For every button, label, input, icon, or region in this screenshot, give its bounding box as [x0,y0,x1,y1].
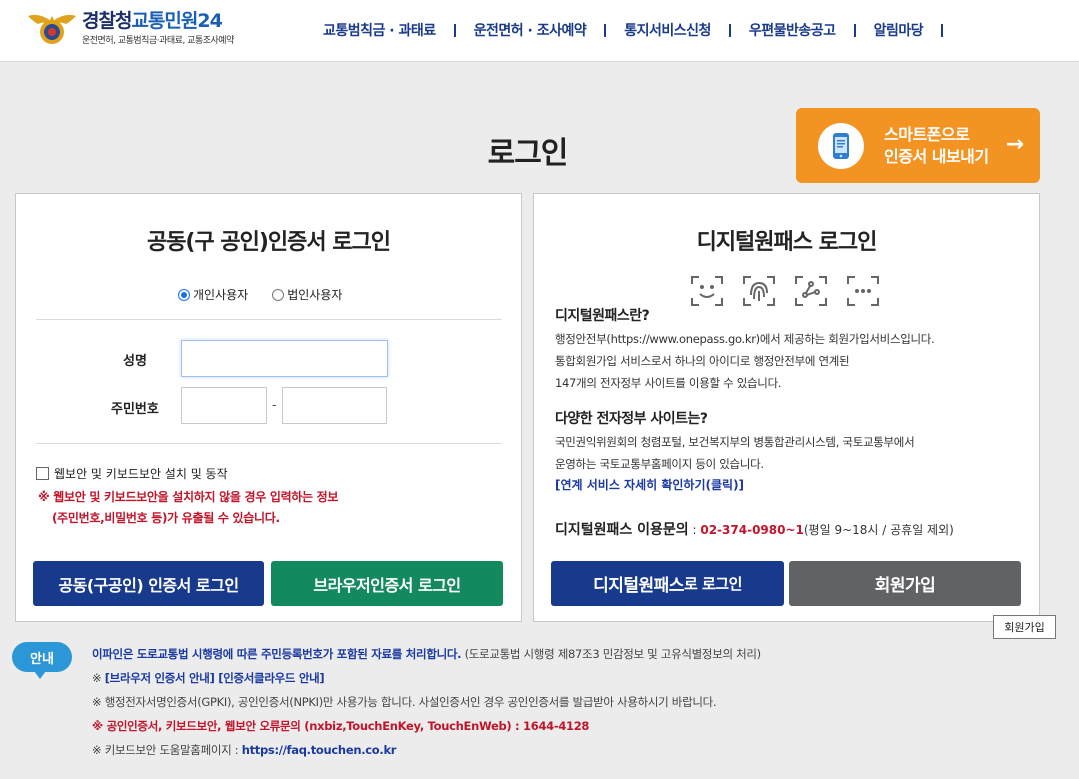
radio-corporate-user[interactable]: 법인사용자 [272,286,342,303]
logo-text-police: 경찰청 [82,10,132,32]
notice-guides-prefix: ※ [92,671,105,685]
contact-label: 디지털원패스 이용문의 [555,522,689,538]
onepass-contact: 디지털원패스 이용문의 : 02-374-0980~1(평일 9~18시 / 공… [555,519,954,539]
divider [36,443,502,444]
arrow-right-icon: → [1005,132,1024,157]
signup-button[interactable]: 회원가입 [789,561,1021,606]
nav-item-license[interactable]: 운전면허 · 조사예약 [456,20,605,40]
police-emblem-icon [26,8,78,48]
keyboard-help-link[interactable]: https://faq.touchen.co.kr [242,743,397,757]
linked-services-link[interactable]: [연계 서비스 자세히 확인하기(클릭)] [555,476,744,493]
fingerprint-icon [743,276,775,306]
onepass-login-brand: 디지털원패스 [593,576,684,596]
contact-colon: : [688,523,701,537]
pattern-icon [795,276,827,306]
radio-checked-icon [178,288,190,301]
security-warning-line2: (주민번호,비밀번호 등)가 유출될 수 있습니다. [52,511,280,525]
logo-text-service: 교통민원24 [131,10,222,32]
onepass-login-button[interactable]: 디지털원패스 로 로그인 [551,561,784,606]
logo-subtitle: 운전면허, 교통범칙금·과태료, 교통조사예약 [82,36,234,46]
onepass-login-suffix: 로 로그인 [683,575,742,593]
site-logo[interactable]: 경찰청교통민원24 운전면허, 교통범칙금·과태료, 교통조사예약 [26,8,234,48]
cert-login-title: 공동(구 공인)인증서 로그인 [146,230,391,255]
security-install-label: 웹보안 및 키보드보안 설치 및 동작 [54,467,228,481]
rrn-label: 주민번호 [111,402,159,417]
nav-item-returned-mail[interactable]: 우편물반송공고 [731,20,854,40]
notice-line-guides: ※ [브라우저 인증서 안내] [인증서클라우드 안내] [92,670,325,686]
user-type-radio-group: 개인사용자 법인사용자 [178,286,366,303]
security-warning: ※ 웹보안 및 키보드보안을 설치하지 않을 경우 입력하는 정보 (주민번호,… [38,487,338,529]
signup-tooltip: 회원가입 [993,615,1056,639]
rrn-front-input[interactable] [181,387,267,424]
browser-cert-login-button[interactable]: 브라우저인증서 로그인 [271,561,503,606]
divider [36,319,502,320]
egov-sites-text: 국민권익위원회의 청렴포털, 보건복지부의 병통합관리시스템, 국토교통부에서 … [555,431,915,475]
onepass-login-title: 디지털원패스 로그인 [696,230,878,255]
nav-item-notice-board[interactable]: 알림마당 [856,20,942,40]
contact-hours: (평일 9~18시 / 공휴일 제외) [803,523,954,537]
radio-unchecked-icon [272,288,285,301]
notice-line-keyboard-help: ※ 키보드보안 도움말홈페이지 : https://faq.touchen.co… [92,742,396,758]
egov-sites-line1: 국민권익위원회의 청렴포털, 보건복지부의 병통합관리시스템, 국토교통부에서 [555,435,915,449]
keyboard-help-prefix: ※ 키보드보안 도움말홈페이지 : [92,743,242,757]
radio-corporate-label: 법인사용자 [287,288,343,302]
onepass-what-text: 행정안전부(https://www.onepass.go.kr)에서 제공하는 … [555,328,935,394]
rrn-dash: - [272,398,277,413]
site-header: 경찰청교통민원24 운전면허, 교통범칙금·과태료, 교통조사예약 교통범칙금 … [0,0,1079,62]
main-nav: 교통범칙금 · 과태료 운전면허 · 조사예약 통지서비스신청 우편물반송공고 … [305,20,944,40]
smartphone-cert-export-button[interactable]: 스마트폰으로 인증서 내보내기 → [796,108,1040,183]
cert-login-panel: 공동(구 공인)인증서 로그인 개인사용자 법인사용자 성명 주민번호 - 웹보… [15,193,522,622]
onepass-what-line1: 행정안전부(https://www.onepass.go.kr)에서 제공하는 … [555,332,935,346]
radio-personal-user[interactable]: 개인사용자 [178,286,248,303]
face-recognition-icon [691,276,723,306]
onepass-what-line3: 147개의 전자정부 사이트를 이용할 수 있습니다. [555,376,782,390]
smartphone-icon [818,122,864,169]
contact-phone: 02-374-0980~1 [700,523,804,537]
security-install-checkbox[interactable] [36,467,49,480]
onepass-what-line2: 통합회원가입 서비스로서 하나의 아이디로 행정안전부에 연계된 [555,354,850,368]
security-warning-line1: ※ 웹보안 및 키보드보안을 설치하지 않을 경우 입력하는 정보 [38,490,339,504]
nav-item-notification[interactable]: 통지서비스신청 [606,20,729,40]
radio-personal-label: 개인사용자 [193,288,249,302]
smart-button-line2: 인증서 내보내기 [884,146,989,166]
notice-line-privacy: 이파인은 도로교통법 시행령에 따른 주민등록번호가 포함된 자료를 처리합니다… [92,646,761,662]
smart-button-line1: 스마트폰으로 [884,124,970,144]
cert-cloud-guide-link[interactable]: [인증서클라우드 안내] [215,671,324,685]
browser-cert-guide-link[interactable]: [브라우저 인증서 안내] [105,671,215,685]
name-label: 성명 [123,354,147,369]
onepass-what-heading: 디지털원패스란? [555,308,650,324]
notice-line-support: ※ 공인인증서, 키보드보안, 웹보안 오류문의 (nxbiz,TouchEnK… [92,719,590,733]
notice-privacy-bold: 이파인은 도로교통법 시행령에 따른 주민등록번호가 포함된 자료를 처리합니다… [92,647,462,661]
rrn-back-input[interactable] [282,387,387,424]
nav-divider [941,23,944,37]
notice-line-cert-types: ※ 행정전자서명인증서(GPKI), 공인인증서(NPKI)만 사용가능 합니다… [92,695,717,709]
nav-item-fines[interactable]: 교통범칙금 · 과태료 [305,20,454,40]
auth-method-icons [690,275,898,307]
pin-icon [847,276,879,306]
egov-sites-line2: 운영하는 국토교통부홈페이지 등이 있습니다. [555,457,764,471]
notice-privacy-rest: (도로교통법 시행령 제87조3 민감정보 및 고유식별정보의 처리) [461,647,762,661]
name-input[interactable] [181,340,388,377]
onepass-login-panel: 디지털원패스 로그인 디지털원패스란? 행정안전부(https://www.on… [533,193,1040,622]
egov-sites-heading: 다양한 전자정부 사이트는? [555,411,708,427]
notice-badge: 안내 [12,642,72,679]
security-install-checkbox-row[interactable]: 웹보안 및 키보드보안 설치 및 동작 [36,465,228,482]
cert-login-button[interactable]: 공동(구공인) 인증서 로그인 [33,561,264,606]
